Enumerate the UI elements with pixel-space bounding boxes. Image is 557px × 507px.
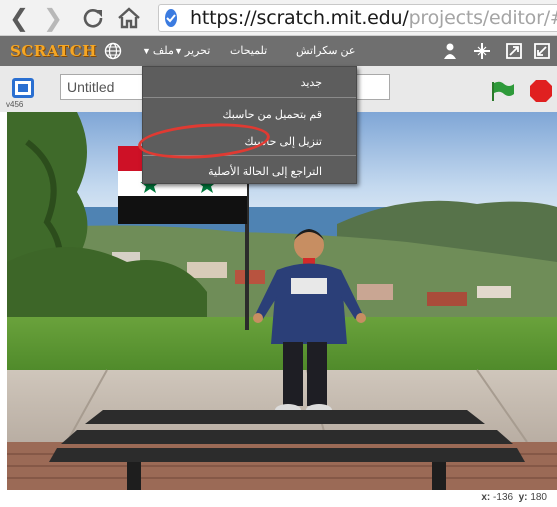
version-label: v456: [6, 100, 24, 109]
scratch-logo[interactable]: SCRATCH: [6, 40, 101, 62]
verified-check-icon: [165, 9, 177, 27]
menu-tips[interactable]: تلميحات: [230, 44, 267, 58]
back-arrow-icon[interactable]: ❮: [4, 3, 34, 33]
mouse-coordinates: x: -136 y: 180: [481, 492, 547, 503]
url-path: projects/editor/#edit: [408, 7, 557, 29]
grow-icon[interactable]: [504, 41, 524, 61]
green-flag-icon[interactable]: [490, 80, 516, 102]
menu-divider: [143, 97, 356, 98]
shrink-icon[interactable]: [532, 41, 552, 61]
menu-about[interactable]: عن سكراتش: [296, 44, 356, 58]
screen: ❮ ❯ https://scratch.mit.edu/ projects/ed…: [0, 0, 557, 507]
stop-icon[interactable]: [529, 79, 553, 103]
address-bar[interactable]: https://scratch.mit.edu/ projects/editor…: [158, 4, 557, 32]
url-host: https://scratch.mit.edu/: [190, 7, 409, 29]
browser-toolbar: ❮ ❯ https://scratch.mit.edu/ projects/ed…: [0, 0, 557, 36]
scratch-menubar: SCRATCH ▼ ملف ▼ تحرير تلميحات عن سكراتش: [0, 36, 557, 66]
menu-item-new[interactable]: جديد: [143, 76, 356, 90]
menu-edit[interactable]: ▼ تحرير: [172, 44, 210, 58]
menu-item-revert[interactable]: التراجع إلى الحالة الأصلية: [143, 165, 356, 179]
stage-footer: x: -136 y: 180: [0, 490, 557, 507]
home-icon[interactable]: [114, 3, 144, 33]
globe-icon[interactable]: [104, 42, 122, 60]
cut-icon[interactable]: [472, 41, 492, 61]
forward-arrow-icon[interactable]: ❯: [38, 3, 68, 33]
reload-icon[interactable]: [78, 3, 108, 33]
menu-item-upload[interactable]: قم بتحميل من حاسبك: [143, 108, 356, 122]
fullscreen-toggle-icon[interactable]: [12, 78, 34, 98]
menu-file[interactable]: ▼ ملف: [140, 44, 174, 58]
duplicate-icon[interactable]: [440, 41, 460, 61]
